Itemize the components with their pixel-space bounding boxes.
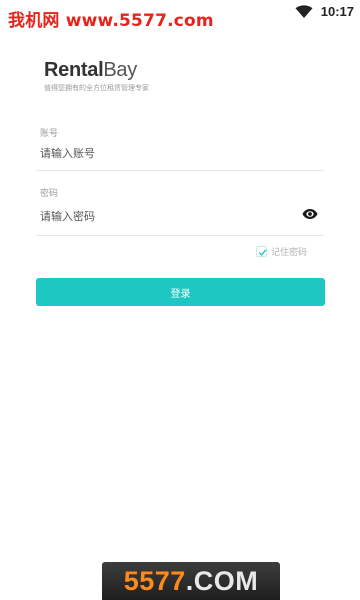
logo-strong-text: Rental xyxy=(44,59,104,81)
app-logo: RentalBay xyxy=(44,58,149,82)
remember-label: 记住密码 xyxy=(271,248,308,258)
password-field: 密码 xyxy=(36,186,324,236)
login-button[interactable]: 登录 xyxy=(36,278,325,306)
password-label: 密码 xyxy=(40,189,59,199)
status-bar: 我机网 www.5577.com 10:17 xyxy=(0,0,360,31)
account-label: 账号 xyxy=(40,129,59,139)
status-time: 10:17 xyxy=(320,4,354,19)
brand-slogan: 值得您拥有的全方位租赁管理专家 xyxy=(44,84,149,92)
account-input[interactable] xyxy=(40,147,290,160)
password-input[interactable] xyxy=(40,210,290,223)
remember-password-toggle[interactable]: 记住密码 xyxy=(256,245,307,258)
logo-light-text: Bay xyxy=(103,59,137,81)
watermark-suffix: .COM xyxy=(185,565,259,596)
status-indicators: 10:17 xyxy=(295,4,354,19)
wifi-icon xyxy=(295,4,313,18)
eye-icon[interactable] xyxy=(302,208,318,220)
watermark-digits: 5577 xyxy=(123,565,186,596)
account-field: 账号 xyxy=(36,126,324,171)
checkmark-icon xyxy=(258,249,267,257)
watermark-text: 我机网 www.5577.com xyxy=(8,11,214,31)
remember-checkbox[interactable] xyxy=(256,246,267,257)
watermark-logo: 5577 .COM xyxy=(102,562,280,600)
brand-block: RentalBay 值得您拥有的全方位租赁管理专家 xyxy=(44,58,149,93)
